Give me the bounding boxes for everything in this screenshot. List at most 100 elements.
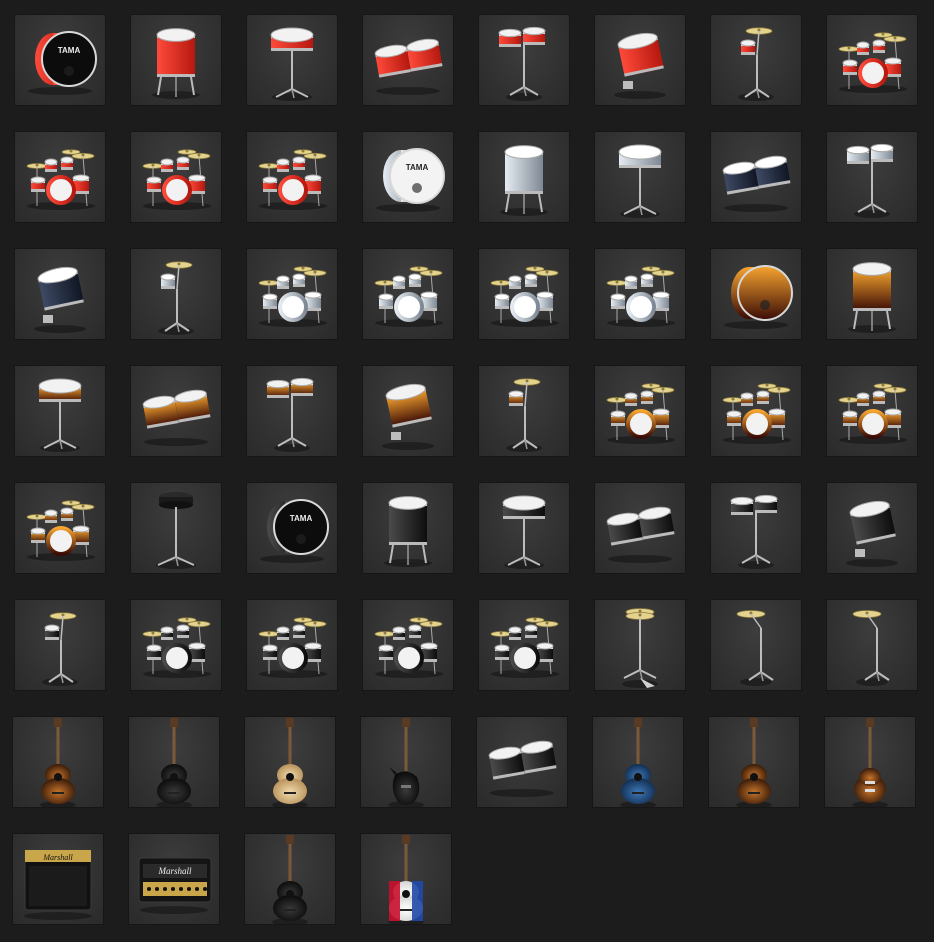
asset-thumbnail-cymbal-stand[interactable] <box>827 600 917 690</box>
asset-thumbnail-floor-tom[interactable] <box>363 483 453 573</box>
tom-cymbal-stand-icon <box>506 378 542 452</box>
asset-thumbnail-rack-tom[interactable] <box>827 483 917 573</box>
asset-thumbnail-acoustic-guitar[interactable] <box>245 834 335 924</box>
asset-thumbnail-drum-kit[interactable] <box>247 249 337 339</box>
brand-logo-text: TAMA <box>406 163 429 172</box>
brand-logo-text: TAMA <box>290 514 313 523</box>
drum-kit-icon <box>142 617 211 678</box>
bass-drum-icon: TAMA <box>260 499 329 563</box>
brand-logo-text: Marshall <box>42 853 73 862</box>
asset-thumbnail-bass-drum[interactable]: TAMA <box>247 483 337 573</box>
asset-thumbnail-drum-kit[interactable] <box>827 15 917 105</box>
asset-thumbnail-drum-kit[interactable] <box>131 132 221 222</box>
asset-thumbnail-rack-tom[interactable] <box>15 249 105 339</box>
asset-thumbnail-floor-tom[interactable] <box>131 15 221 105</box>
asset-thumbnail-tom-pair[interactable] <box>595 483 685 573</box>
drum-kit-icon <box>838 383 907 444</box>
asset-thumbnail-acoustic-guitar[interactable] <box>593 717 683 807</box>
asset-thumbnail-drum-kit[interactable] <box>15 132 105 222</box>
asset-thumbnail-snare-stand[interactable] <box>15 366 105 456</box>
tom-cymbal-stand-icon <box>158 261 194 335</box>
bass-drum-icon <box>724 265 793 329</box>
acoustic-guitar-icon <box>736 718 772 807</box>
amp-combo-icon: Marshall <box>24 849 92 920</box>
asset-thumbnail-drum-kit[interactable] <box>131 600 221 690</box>
asset-thumbnail-tom-pair-stand[interactable] <box>479 15 569 105</box>
asset-thumbnail-amp-combo[interactable]: Marshall <box>13 834 103 924</box>
drum-kit-icon <box>374 617 443 678</box>
tom-cymbal-stand-icon <box>738 27 774 101</box>
asset-thumbnail-acoustic-guitar[interactable] <box>361 834 451 924</box>
brand-logo-text: TAMA <box>58 46 81 55</box>
asset-thumbnail-amp-head[interactable]: Marshall <box>129 834 219 924</box>
asset-thumbnail-acoustic-guitar[interactable] <box>709 717 799 807</box>
asset-thumbnail-snare-stand[interactable] <box>479 483 569 573</box>
asset-thumbnail-acoustic-guitar[interactable] <box>13 717 103 807</box>
asset-thumbnail-drum-kit[interactable] <box>595 366 685 456</box>
drum-kit-icon <box>606 383 675 444</box>
asset-thumbnail-snare-stand[interactable] <box>247 15 337 105</box>
asset-thumbnail-cymbal-stand[interactable] <box>711 600 801 690</box>
acoustic-guitar-icon <box>272 718 308 807</box>
brand-logo-text: Marshall <box>157 866 192 876</box>
asset-thumbnail-bass-drum[interactable]: TAMA <box>15 15 105 105</box>
tom-pair-stand-icon <box>846 143 894 218</box>
asset-thumbnail-tom-cymbal-stand[interactable] <box>711 15 801 105</box>
floor-tom-icon <box>152 28 200 99</box>
tom-pair-stand-icon <box>730 494 778 569</box>
asset-thumbnail-floor-tom[interactable] <box>827 249 917 339</box>
acoustic-guitar-icon <box>156 718 192 807</box>
asset-thumbnail-tom-pair[interactable] <box>477 717 567 807</box>
asset-thumbnail-hihat-stand[interactable] <box>595 600 685 690</box>
asset-thumbnail-drum-kit[interactable] <box>595 249 685 339</box>
asset-thumbnail-floor-tom[interactable] <box>479 132 569 222</box>
hihat-stand-icon <box>622 608 658 688</box>
cymbal-stand-icon <box>736 610 774 686</box>
asset-thumbnail-acoustic-guitar[interactable] <box>245 717 335 807</box>
asset-thumbnail-drum-throne[interactable] <box>131 483 221 573</box>
asset-thumbnail-tom-cymbal-stand[interactable] <box>479 366 569 456</box>
drum-kit-icon <box>490 266 559 327</box>
tom-pair-stand-icon <box>266 377 314 452</box>
floor-tom-icon <box>848 262 896 333</box>
asset-thumbnail-tom-pair[interactable] <box>711 132 801 222</box>
asset-thumbnail-tom-pair[interactable] <box>363 15 453 105</box>
asset-thumbnail-rack-tom[interactable] <box>595 15 685 105</box>
asset-thumbnail-drum-kit[interactable] <box>15 483 105 573</box>
snare-stand-icon <box>618 144 662 218</box>
tom-cymbal-stand-icon <box>42 612 78 686</box>
asset-thumbnail-drum-kit[interactable] <box>479 249 569 339</box>
snare-stand-icon <box>38 378 82 452</box>
asset-thumbnail-drum-kit[interactable] <box>711 366 801 456</box>
asset-thumbnail-tom-cymbal-stand[interactable] <box>15 600 105 690</box>
rack-tom-icon <box>382 383 434 450</box>
asset-thumbnail-tom-pair-stand[interactable] <box>247 366 337 456</box>
rack-tom-icon <box>846 500 898 567</box>
tom-pair-icon <box>142 389 211 446</box>
floor-tom-icon <box>384 496 432 567</box>
asset-thumbnail-bass-drum[interactable]: TAMA <box>363 132 453 222</box>
thumbnail-grid: TAMA TAMA TAMA Marshall Marshall <box>0 0 934 942</box>
asset-thumbnail-drum-kit[interactable] <box>827 366 917 456</box>
drum-throne-icon <box>156 492 196 569</box>
asset-thumbnail-drum-kit[interactable] <box>247 600 337 690</box>
asset-thumbnail-drum-kit[interactable] <box>479 600 569 690</box>
asset-thumbnail-tom-pair-stand[interactable] <box>711 483 801 573</box>
asset-thumbnail-drum-kit[interactable] <box>247 132 337 222</box>
asset-thumbnail-bass-drum[interactable] <box>711 249 801 339</box>
tom-pair-stand-icon <box>498 26 546 101</box>
drum-kit-icon <box>374 266 443 327</box>
asset-thumbnail-bass-guitar[interactable] <box>361 717 451 807</box>
asset-thumbnail-electric-guitar[interactable] <box>825 717 915 807</box>
asset-thumbnail-tom-cymbal-stand[interactable] <box>131 249 221 339</box>
asset-thumbnail-drum-kit[interactable] <box>363 600 453 690</box>
drum-kit-icon <box>258 266 327 327</box>
asset-thumbnail-rack-tom[interactable] <box>363 366 453 456</box>
asset-thumbnail-drum-kit[interactable] <box>363 249 453 339</box>
asset-thumbnail-tom-pair-stand[interactable] <box>827 132 917 222</box>
asset-thumbnail-acoustic-guitar[interactable] <box>129 717 219 807</box>
acoustic-guitar-icon <box>40 718 76 807</box>
acoustic-guitar-icon <box>272 835 308 924</box>
asset-thumbnail-tom-pair[interactable] <box>131 366 221 456</box>
asset-thumbnail-snare-stand[interactable] <box>595 132 685 222</box>
